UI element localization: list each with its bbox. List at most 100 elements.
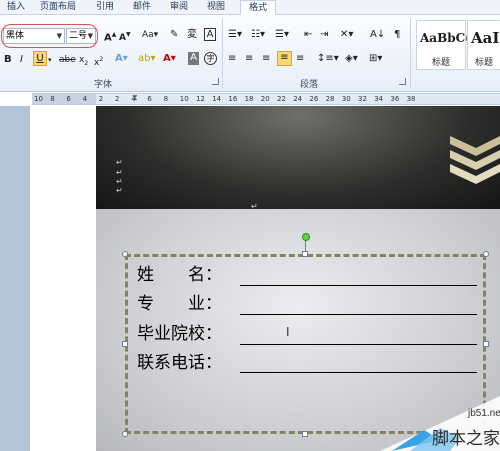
horizontal-ruler[interactable]: 10 8 6 4 2 2 4 6 8 10 12 14 16 18 20 22 24 26 28 30 32 34 36 38… [32, 93, 500, 105]
enclose-char-icon[interactable]: 字 [204, 52, 217, 65]
subscript-icon[interactable]: x2 [79, 54, 88, 70]
change-case-icon[interactable]: Aa▾ [142, 29, 158, 41]
text-cursor-icon: I [286, 325, 290, 339]
paragraph-group-label: 段落 [300, 80, 319, 90]
chevron-decoration-icon [450, 136, 500, 184]
align-center-icon[interactable]: ≡ [245, 53, 253, 65]
phonetic-guide-icon[interactable]: 変 [187, 29, 197, 41]
ruler-number: 34 [374, 95, 384, 103]
ruler-number: 4 [82, 95, 88, 103]
show-marks-icon[interactable]: ¶ [394, 29, 400, 41]
watermark-site: jb51.net [468, 408, 500, 419]
paragraph-mark-icon: ↵ [251, 202, 258, 211]
resize-handle-bottom-left[interactable] [122, 431, 128, 437]
paragraph-mark-icon: ↵ [116, 186, 123, 195]
align-left-icon[interactable]: ≡ [228, 53, 236, 65]
watermark: jb51.net 脚本之家 [380, 388, 500, 451]
tab-view[interactable]: 视图 [207, 2, 225, 13]
highlight-color-icon[interactable]: ab▾ [138, 53, 156, 65]
decrease-indent-icon[interactable]: ⇤ [304, 29, 312, 41]
resize-handle-left[interactable] [122, 341, 128, 347]
tab-review[interactable]: 审阅 [170, 2, 188, 13]
indent-marker-icon[interactable]: ⧗ [132, 93, 138, 103]
chevron-down-icon[interactable]: ▾ [48, 54, 52, 66]
ruler-number: 20 [260, 95, 270, 103]
ruler-number: 10 [34, 95, 43, 103]
form-label: 专 业： [137, 294, 222, 314]
resize-handle-top-right[interactable] [483, 251, 489, 257]
fill-line [240, 344, 477, 345]
group-separator [410, 18, 411, 88]
form-label: 毕业院校： [137, 324, 222, 344]
ruler-number: 36 [390, 95, 400, 103]
align-right-icon[interactable]: ≡ [262, 53, 270, 65]
ruler-number: 10 [179, 95, 189, 103]
resize-handle-bottom[interactable] [302, 431, 308, 437]
justify-icon[interactable]: ≡ [277, 51, 292, 66]
ruler-number: 30 [341, 95, 351, 103]
dialog-launcher-icon[interactable] [212, 78, 219, 85]
ruler-number: 8 [163, 95, 169, 103]
increase-indent-icon[interactable]: ⇥ [320, 29, 328, 41]
header-background-image [96, 106, 500, 209]
tab-insert[interactable]: 插入 [7, 2, 25, 13]
form-label: 联系电话： [137, 353, 222, 373]
resize-handle-top[interactable] [302, 251, 308, 257]
paragraph-mark-icon: ↵ [116, 168, 123, 177]
fill-line [240, 372, 477, 373]
superscript-icon[interactable]: x2 [94, 54, 103, 69]
borders-icon[interactable]: ⊞▾ [369, 53, 382, 65]
ruler-number: 28 [325, 95, 335, 103]
multilevel-list-icon[interactable]: ☰▾ [275, 29, 289, 41]
tab-mailings[interactable]: 邮件 [133, 2, 151, 13]
char-border-icon[interactable]: A [204, 28, 216, 41]
font-group-label: 字体 [94, 80, 113, 90]
ruler-number: 2 [98, 95, 104, 103]
form-label: 姓 名： [137, 265, 222, 285]
ruler-number: 26 [309, 95, 319, 103]
resize-handle-right[interactable] [483, 341, 489, 347]
ruler-number: 6 [66, 95, 71, 103]
line-spacing-icon[interactable]: ↕≡▾ [317, 53, 339, 65]
style-heading-1[interactable]: AaBbC( 标题 [416, 20, 471, 70]
style-sample: AaI [471, 29, 500, 47]
fill-line [240, 285, 477, 286]
resize-handle-top-left[interactable] [122, 251, 128, 257]
ruler-number: 32 [358, 95, 367, 103]
ruler-number: 18 [244, 95, 254, 103]
font-combo-highlight [1, 24, 98, 48]
char-shading-icon[interactable]: A [188, 52, 199, 65]
italic-icon[interactable]: I [20, 54, 23, 66]
tab-format[interactable]: 格式 [240, 0, 276, 15]
sort-icon[interactable]: A↓ [370, 29, 385, 41]
bold-icon[interactable]: B [4, 54, 12, 66]
strikethrough-icon[interactable]: abe [59, 54, 76, 66]
ruler-number: 22 [277, 95, 286, 103]
chinese-layout-icon[interactable]: ✕▾ [340, 29, 353, 41]
ruler-number: 12 [196, 95, 205, 103]
ruler-number: 24 [293, 95, 303, 103]
ruler-number: 16 [228, 95, 238, 103]
clear-format-icon[interactable]: ✎ [170, 29, 178, 41]
text-effect-icon[interactable]: A▾ [115, 53, 128, 65]
distributed-icon[interactable]: ≡ [296, 53, 304, 65]
dialog-launcher-icon[interactable] [399, 78, 406, 85]
font-color-icon[interactable]: A▾ [163, 53, 176, 65]
tab-page-layout[interactable]: 页面布局 [40, 2, 76, 13]
shading-icon[interactable]: ◈▾ [345, 53, 358, 65]
bullets-icon[interactable]: ☰▾ [228, 29, 242, 41]
tab-references[interactable]: 引用 [96, 2, 114, 13]
numbering-icon[interactable]: ☷▾ [251, 29, 265, 41]
style-name: 标题 [431, 58, 450, 68]
shrink-font-icon[interactable]: A▼ [119, 29, 131, 44]
ruler-number: 2 [115, 95, 120, 103]
style-sample: AaBbC( [420, 31, 471, 45]
ruler-number: 6 [147, 95, 152, 103]
underline-icon[interactable]: U [33, 51, 47, 66]
fill-line [240, 314, 477, 315]
ruler-number: 38 [406, 95, 416, 103]
style-heading-2[interactable]: AaI 标题 [467, 20, 500, 70]
grow-font-icon[interactable]: A▲ [104, 29, 116, 44]
rotate-handle[interactable] [302, 233, 310, 241]
ribbon-tab-bar: 插入 页面布局 引用 邮件 审阅 视图 格式 [0, 0, 500, 15]
